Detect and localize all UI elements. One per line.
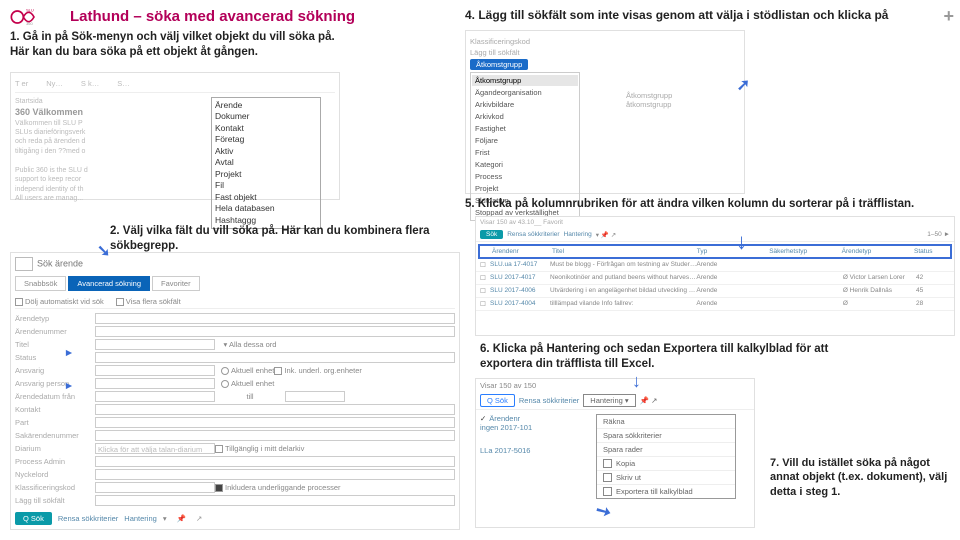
- screenshot-results-table: Visar 150 av 43.10__ Favorit Sök Rensa s…: [475, 216, 955, 336]
- ansvarig-input[interactable]: [95, 365, 215, 376]
- tab-favoriter[interactable]: Favoriter: [152, 276, 200, 291]
- menu-item-spara-rader[interactable]: Spara rader: [597, 443, 735, 457]
- plus-icon: +: [943, 6, 954, 27]
- screenshot-search-menu: T erNy… S k…S… Startsida 360 Välkommen V…: [10, 72, 340, 200]
- diarium-input[interactable]: Klicka för att välja talan-diarium: [95, 443, 215, 454]
- table-row[interactable]: ☐SLU 2017-4017Neonikotinöer and putland …: [476, 272, 954, 285]
- step-2-text: 2. Välj vilka fält du vill söka på. Här …: [110, 224, 450, 254]
- klass-input[interactable]: [95, 482, 215, 493]
- menu-item-rakna[interactable]: Räkna: [597, 415, 735, 429]
- form-icon: [15, 257, 33, 271]
- tab-snabbsok[interactable]: Snabbsök: [15, 276, 66, 291]
- hantering-link[interactable]: Hantering: [124, 514, 157, 523]
- step-5-text: 5. Klicka på kolumnrubriken för att ändr…: [465, 198, 955, 210]
- field-pill[interactable]: Åtkomstgrupp: [470, 59, 528, 70]
- step-7-text: 7. Vill du istället söka på något annat …: [770, 456, 950, 499]
- arrow-icon: ➘: [592, 499, 616, 525]
- arrow-icon: ➘: [97, 241, 110, 261]
- copy-icon: [603, 459, 612, 468]
- arendetyp-input[interactable]: [95, 313, 455, 324]
- menu-item-skriv-ut[interactable]: Skriv ut: [597, 471, 735, 485]
- ansvarig-person-input[interactable]: [95, 378, 215, 389]
- arrow-icon: ↓: [736, 229, 747, 255]
- sok-button[interactable]: Q Sök: [480, 394, 515, 407]
- process-admin-input[interactable]: [95, 456, 455, 467]
- hantering-link[interactable]: Hantering: [564, 231, 592, 238]
- excel-icon: [603, 487, 612, 496]
- logo-icon: SLU 360: [10, 6, 42, 28]
- sok-button[interactable]: Q Sök: [15, 512, 52, 525]
- search-object-dropdown[interactable]: ÄrendeDokumer KontaktFöretag AktivAvtal …: [211, 97, 321, 229]
- checkbox-visa[interactable]: [116, 298, 124, 306]
- arrow-icon: ▶: [66, 381, 72, 390]
- rensa-link[interactable]: Rensa sökkriterier: [519, 396, 579, 405]
- status-input[interactable]: [95, 352, 455, 363]
- screenshot-add-field-list: Klassificeringskod Lägg till sökfält Åtk…: [465, 30, 745, 194]
- svg-text:SLU: SLU: [26, 8, 34, 13]
- field-option[interactable]: Åtkomstgrupp: [472, 75, 578, 86]
- menu-item-exportera[interactable]: Exportera till kalkylblad: [597, 485, 735, 498]
- app-logo: SLU 360: [10, 6, 42, 31]
- sakarende-input[interactable]: [95, 430, 455, 441]
- rensa-link[interactable]: Rensa sökkriterier: [507, 231, 559, 238]
- radio-aktuell[interactable]: [221, 367, 229, 375]
- hantering-dropdown[interactable]: Räkna Spara sökkriterier Spara rader Kop…: [596, 414, 736, 499]
- sok-button[interactable]: Sök: [480, 230, 503, 239]
- screenshot-advanced-search-form: Sök ärende ➘ Snabbsök Avancerad sökning …: [10, 252, 460, 530]
- table-row[interactable]: ☐SLU 2017-4004tilllämpad vilande Info fa…: [476, 298, 954, 311]
- screenshot-hantering-menu: Visar 150 av 150 ↓ Q Sök Rensa sökkriter…: [475, 378, 755, 528]
- menu-item-kopia[interactable]: Kopia: [597, 457, 735, 471]
- table-row[interactable]: ☐SLU.ua 17-4017Must be blogg - Förfrågan…: [476, 259, 954, 272]
- table-header[interactable]: Ärendenr Titel Typ Säkerhetstyp Ärendety…: [478, 244, 952, 259]
- share-icon[interactable]: ↗: [196, 514, 202, 523]
- step-1-text: 1. Gå in på Sök-menyn och välj vilket ob…: [10, 30, 360, 60]
- kontakt-input[interactable]: [95, 404, 455, 415]
- arrow-icon: ↓: [632, 371, 641, 392]
- rensa-link[interactable]: Rensa sökkriterier: [58, 514, 118, 523]
- svg-text:360: 360: [26, 21, 33, 26]
- step-6-text: 6. Klicka på Hantering och sedan Exporte…: [480, 342, 880, 372]
- nyckelord-input[interactable]: [95, 469, 455, 480]
- print-icon: [603, 473, 612, 482]
- datum-till-input[interactable]: [285, 391, 345, 402]
- checkbox-dolj[interactable]: [15, 298, 23, 306]
- hantering-button[interactable]: Hantering ▾: [583, 394, 635, 407]
- arrow-icon: ▶: [66, 348, 72, 357]
- table-row[interactable]: ☐SLU 2017-4006Utvärdering i en angelägen…: [476, 285, 954, 298]
- arendenummer-input[interactable]: [95, 326, 455, 337]
- part-input[interactable]: [95, 417, 455, 428]
- tab-avancerad[interactable]: Avancerad sökning: [68, 276, 150, 291]
- step-4-text: 4. Lägg till sökfält som inte visas geno…: [465, 8, 935, 22]
- pin-icon[interactable]: 📌: [177, 514, 186, 523]
- datum-fran-input[interactable]: [95, 391, 215, 402]
- lagg-till-sokfalt-input[interactable]: [95, 495, 455, 506]
- menu-item-spara-kriterier[interactable]: Spara sökkriterier: [597, 429, 735, 443]
- titel-input[interactable]: [95, 339, 215, 350]
- page-title: Lathund – söka med avancerad sökning: [70, 8, 355, 25]
- arrow-icon: ➚: [737, 75, 750, 95]
